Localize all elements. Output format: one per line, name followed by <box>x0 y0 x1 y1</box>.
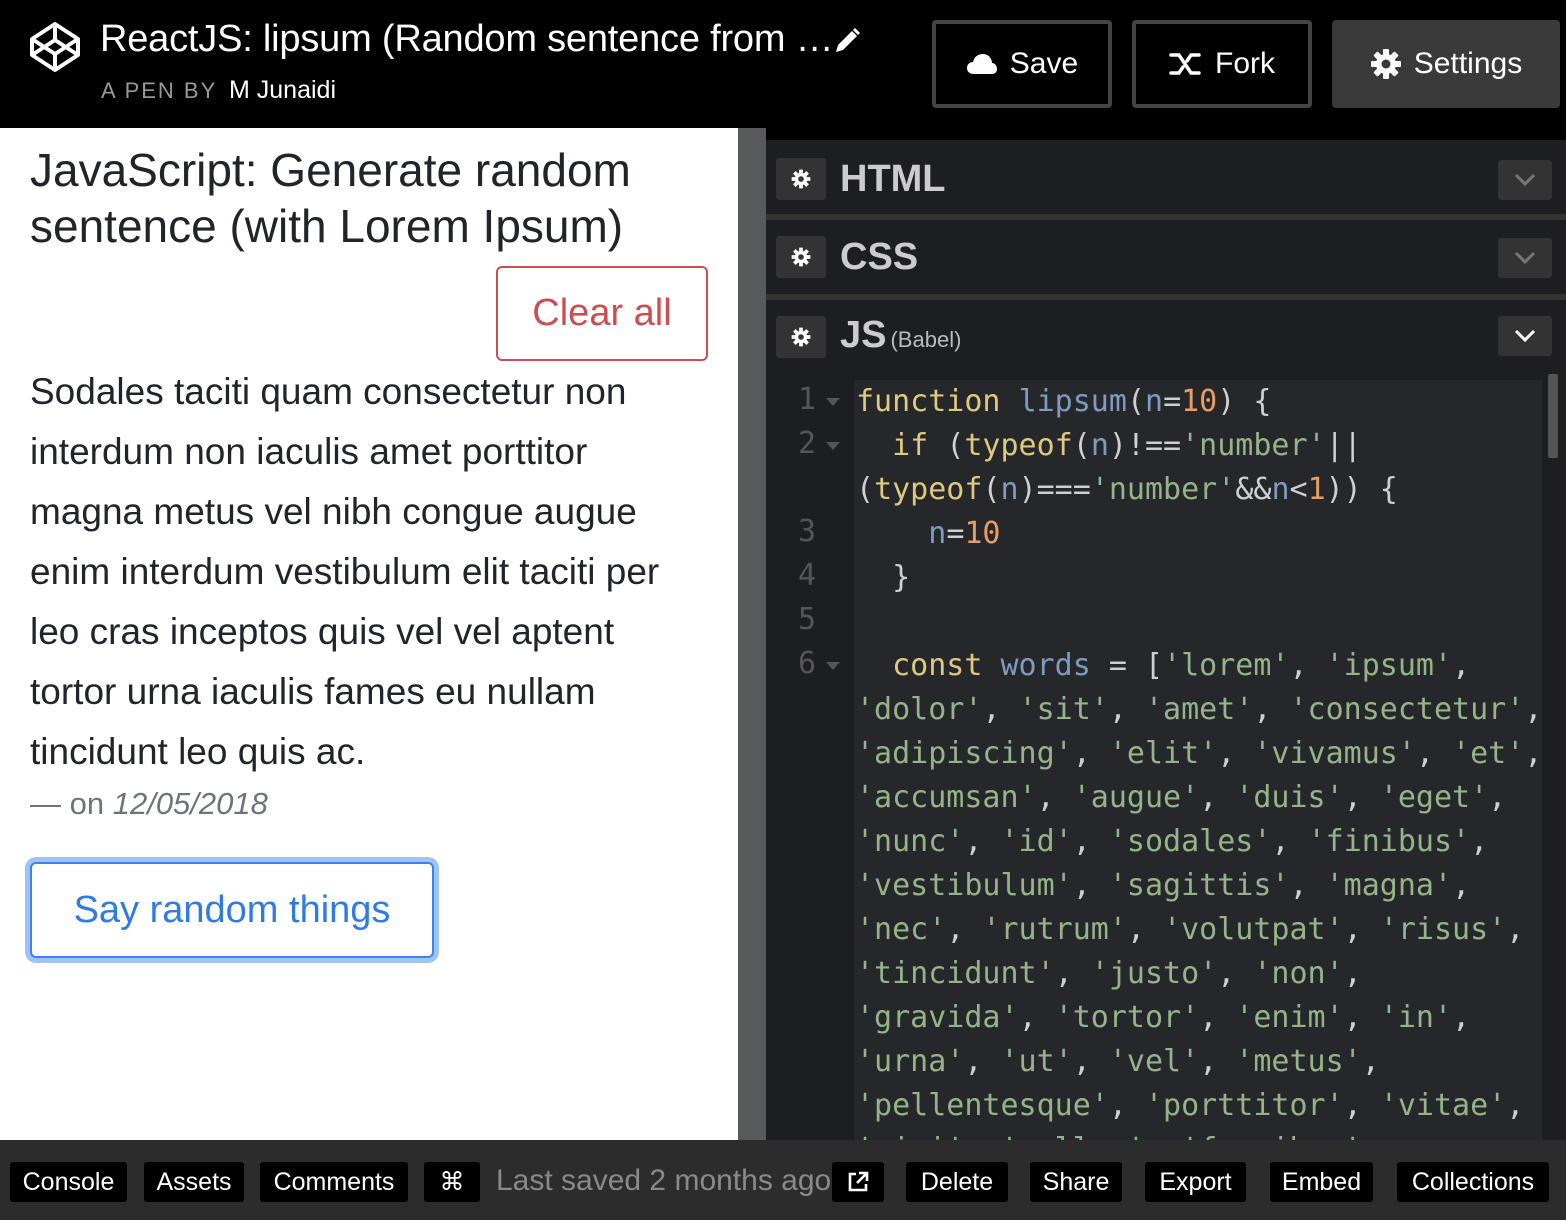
gear-icon <box>791 247 811 267</box>
html-settings-button[interactable] <box>776 158 826 200</box>
fork-label: Fork <box>1215 47 1275 80</box>
html-collapse-button[interactable] <box>1498 160 1552 200</box>
cloud-icon <box>966 54 997 74</box>
editor-scrollbar-thumb[interactable] <box>1548 374 1558 458</box>
code-line[interactable]: 'gravida', 'tortor', 'enim', 'in', <box>856 996 1546 1040</box>
code-line[interactable]: } <box>856 556 1546 600</box>
fold-arrow-icon[interactable] <box>826 662 840 670</box>
fork-icon <box>1169 53 1201 75</box>
assets-button[interactable]: Assets <box>144 1162 244 1202</box>
editor-scrollbar[interactable] <box>1542 370 1566 1140</box>
js-title-label: JS <box>840 314 887 356</box>
code-line[interactable]: (typeof(n)==='number'&&n<1)) { <box>856 468 1546 512</box>
line-number: 5 <box>798 602 817 637</box>
code-line[interactable]: 'nec', 'rutrum', 'volutpat', 'risus', <box>856 908 1546 952</box>
js-editor-title: JS (Babel) <box>840 314 961 357</box>
code-line[interactable]: 'pellentesque', 'porttitor', 'vitae', <box>856 1084 1546 1128</box>
codepen-logo-icon[interactable] <box>28 20 82 74</box>
line-number: 3 <box>798 514 817 549</box>
code-line[interactable]: 'dolor', 'sit', 'amet', 'consectetur', <box>856 688 1546 732</box>
clear-all-button[interactable]: Clear all <box>496 266 708 361</box>
pen-title[interactable]: ReactJS: lipsum (Random sentence from … <box>100 18 834 61</box>
fork-button[interactable]: Fork <box>1132 20 1312 108</box>
code-line[interactable]: 'vestibulum', 'sagittis', 'magna', <box>856 864 1546 908</box>
sentence-date: — on 12/05/2018 <box>30 786 268 822</box>
gear-icon <box>791 169 811 189</box>
external-link-icon <box>848 1171 869 1192</box>
line-number: 4 <box>798 558 817 593</box>
code-line[interactable]: 'accumsan', 'augue', 'duis', 'eget', <box>856 776 1546 820</box>
js-editor-header[interactable]: JS (Babel) <box>766 300 1566 370</box>
js-code-area[interactable]: 1 2 3 4 5 6 function lipsum(n=10) { if (… <box>766 370 1566 1140</box>
css-collapse-button[interactable] <box>1498 238 1552 278</box>
html-editor-header[interactable]: HTML <box>766 140 1566 214</box>
settings-button[interactable]: Settings <box>1332 20 1560 108</box>
chevron-down-icon <box>1514 329 1536 343</box>
byline: A PEN BY M Junaidi <box>101 76 336 105</box>
html-editor-title: HTML <box>840 158 946 200</box>
code-line[interactable]: function lipsum(n=10) { <box>856 380 1546 424</box>
css-editor-header[interactable]: CSS <box>766 220 1566 294</box>
js-collapse-button[interactable] <box>1498 316 1552 356</box>
settings-label: Settings <box>1413 47 1523 80</box>
pane-resizer[interactable] <box>738 128 766 1140</box>
fold-arrow-icon[interactable] <box>826 442 840 450</box>
header: ReactJS: lipsum (Random sentence from … … <box>0 0 1566 128</box>
code-line[interactable]: 'nunc', 'id', 'sodales', 'finibus', <box>856 820 1546 864</box>
code-line[interactable]: n=10 <box>856 512 1546 556</box>
save-button[interactable]: Save <box>932 20 1112 108</box>
gear-icon <box>1370 49 1401 79</box>
comments-button[interactable]: Comments <box>260 1162 408 1202</box>
last-saved-status: Last saved 2 months ago <box>496 1164 832 1197</box>
js-source-code[interactable]: function lipsum(n=10) { if (typeof(n)!==… <box>856 380 1546 1140</box>
embed-button[interactable]: Embed <box>1270 1162 1373 1202</box>
random-sentence: Sodales taciti quam consectetur non inte… <box>30 371 660 772</box>
gear-icon <box>791 327 811 347</box>
code-line[interactable]: 'nisi', 'nullam', 'faucibus', <box>856 1128 1546 1140</box>
code-line[interactable]: 'urna', 'ut', 'vel', 'metus', <box>856 1040 1546 1084</box>
code-line[interactable]: if (typeof(n)!=='number'|| <box>856 424 1546 468</box>
result-preview: JavaScript: Generate random sentence (wi… <box>0 128 738 1140</box>
code-line[interactable]: 'tincidunt', 'justo', 'non', <box>856 952 1546 996</box>
code-line[interactable]: 'adipiscing', 'elit', 'vivamus', 'et', <box>856 732 1546 776</box>
open-external-button[interactable] <box>832 1162 884 1202</box>
save-label: Save <box>1009 47 1079 80</box>
export-button[interactable]: Export <box>1145 1162 1246 1202</box>
byline-prefix: A PEN BY <box>101 78 217 103</box>
css-settings-button[interactable] <box>776 236 826 278</box>
author-link[interactable]: M Junaidi <box>229 76 336 104</box>
code-line[interactable]: const words = ['lorem', 'ipsum', <box>856 644 1546 688</box>
fold-arrow-icon[interactable] <box>826 398 840 406</box>
pencil-icon[interactable] <box>832 26 862 56</box>
preview-heading: JavaScript: Generate random sentence (wi… <box>30 144 631 252</box>
keyboard-shortcuts-button[interactable]: ⌘ <box>424 1162 480 1202</box>
console-button[interactable]: Console <box>10 1162 127 1202</box>
js-settings-button[interactable] <box>776 316 826 358</box>
say-random-things-button[interactable]: Say random things <box>30 862 434 958</box>
js-preprocessor-label: (Babel) <box>890 327 962 352</box>
line-number: 6 <box>766 644 852 688</box>
chevron-down-icon <box>1514 251 1536 265</box>
footer-bar: Console Assets Comments ⌘ Last saved 2 m… <box>0 1140 1566 1220</box>
delete-button[interactable]: Delete <box>906 1162 1008 1202</box>
date-prefix: — on <box>30 786 113 821</box>
line-number: 2 <box>766 424 852 468</box>
css-editor-title: CSS <box>840 236 919 278</box>
share-button[interactable]: Share <box>1030 1162 1122 1202</box>
chevron-down-icon <box>1514 173 1536 187</box>
collections-button[interactable]: Collections <box>1397 1162 1549 1202</box>
code-editors: HTML CSS JS (Babel) 1 2 3 4 5 6 function… <box>766 140 1566 1140</box>
date-value: 12/05/2018 <box>112 786 268 821</box>
line-number: 1 <box>766 380 852 424</box>
code-line[interactable] <box>856 600 1546 644</box>
